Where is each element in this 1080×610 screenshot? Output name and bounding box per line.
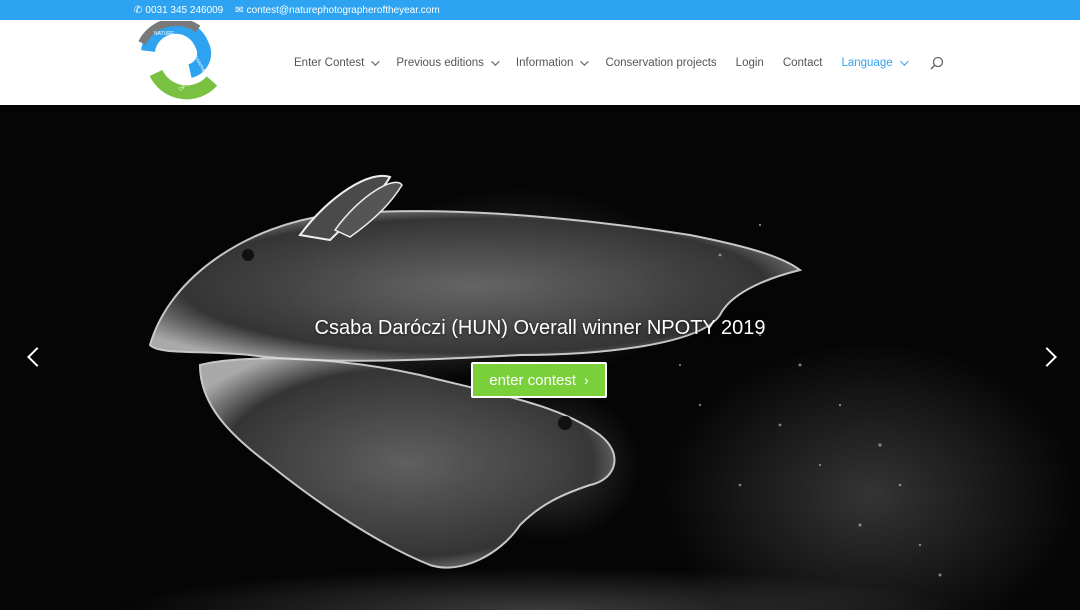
chevron-right-icon: ›	[584, 372, 589, 388]
site-logo[interactable]: NATURE OF THE YEAR PHOTOGRAPHER	[136, 21, 218, 105]
nav-label: Conservation projects	[605, 56, 717, 69]
search-icon[interactable]	[930, 56, 944, 70]
nav-language[interactable]: Language	[841, 56, 909, 69]
nav-label: Previous editions	[396, 56, 484, 69]
main-navigation: Enter Contest Previous editions Informat…	[294, 20, 925, 105]
email-contact[interactable]: ✉ contest@naturephotographeroftheyear.co…	[235, 5, 439, 16]
enter-contest-label: enter contest	[489, 371, 577, 389]
logo-text: NATURE	[154, 31, 175, 37]
phone-number: 0031 345 246009	[145, 4, 224, 16]
top-contact-bar: ✆ 0031 345 246009 ✉ contest@naturephotog…	[0, 0, 1080, 20]
nav-label: Contact	[782, 56, 823, 69]
nav-label: Language	[841, 56, 893, 69]
site-header: NATURE OF THE YEAR PHOTOGRAPHER Enter Co…	[0, 20, 1080, 105]
enter-contest-button[interactable]: enter contest ›	[471, 362, 607, 398]
nav-information[interactable]: Information	[515, 56, 590, 69]
nav-label: Information	[515, 56, 574, 69]
nav-enter-contest[interactable]: Enter Contest	[294, 56, 380, 69]
chevron-down-icon	[491, 56, 500, 66]
hero-slider: Csaba Daróczi (HUN) Overall winner NPOTY…	[0, 105, 1080, 610]
email-address: contest@naturephotographeroftheyear.com	[246, 4, 440, 16]
chevron-down-icon	[899, 56, 909, 66]
chevron-down-icon	[580, 56, 590, 66]
nav-label: Enter Contest	[294, 56, 365, 69]
nav-contact[interactable]: Contact	[783, 57, 823, 69]
slide-caption: Csaba Daróczi (HUN) Overall winner NPOTY…	[314, 317, 766, 339]
nav-conservation-projects[interactable]: Conservation projects	[605, 57, 716, 69]
nav-login[interactable]: Login	[736, 57, 764, 69]
envelope-icon: ✉	[235, 4, 244, 16]
nav-label: Login	[735, 56, 764, 69]
phone-icon: ✆	[134, 4, 143, 16]
chevron-down-icon	[371, 56, 380, 66]
nav-previous-editions[interactable]: Previous editions	[396, 56, 500, 69]
phone-contact[interactable]: ✆ 0031 345 246009	[134, 5, 223, 16]
hero-photo-hares	[148, 174, 942, 577]
